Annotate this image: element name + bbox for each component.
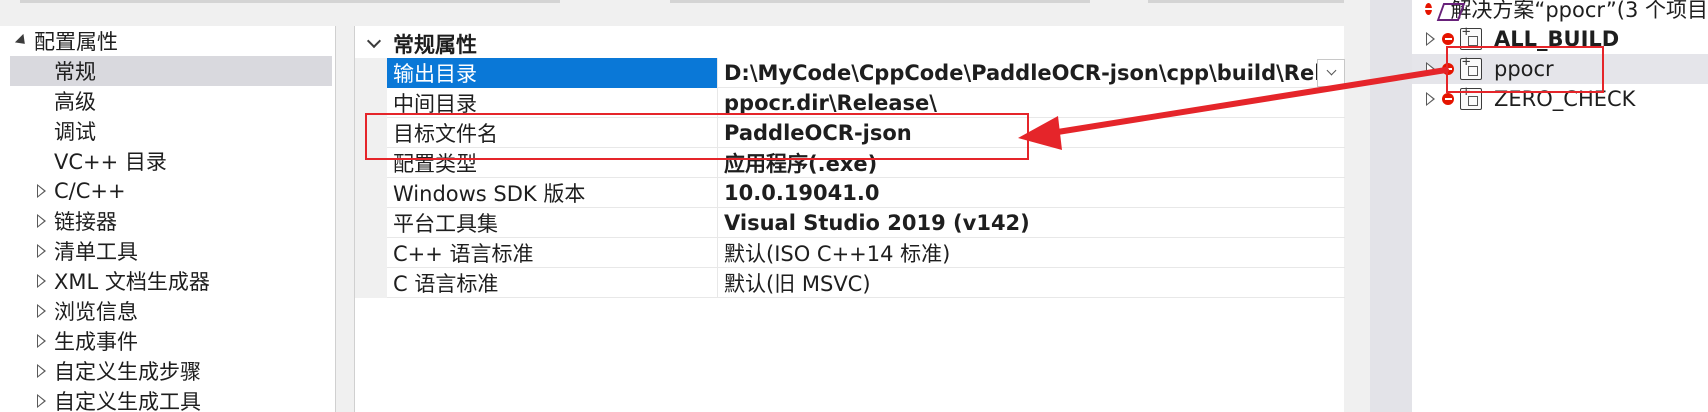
error-badge-icon [1424,3,1432,15]
collapsed-arrow-icon[interactable] [1420,32,1442,46]
property-name: Windows SDK 版本 [393,181,586,206]
tree-item-label: 高级 [54,90,96,114]
property-row-windows-sdk[interactable]: Windows SDK 版本 10.0.19041.0 [355,177,1345,208]
solution-icon [1438,0,1443,19]
tree-item-label: 链接器 [54,210,117,234]
tree-root-label: 配置属性 [34,30,118,54]
property-value[interactable]: 默认(旧 MSVC) [717,267,1345,298]
tree-item-label: 自定义生成工具 [54,390,201,412]
tree-item-manifest-tool[interactable]: 清单工具 [0,236,336,266]
annotation-box-ppocr [1446,46,1604,93]
tree-item-advanced[interactable]: 高级 [0,86,336,116]
tree-item-xml-doc-generator[interactable]: XML 文档生成器 [0,266,336,296]
property-row-c-standard[interactable]: C 语言标准 默认(旧 MSVC) [355,267,1345,298]
property-value[interactable]: D:\MyCode\CppCode\PaddleOCR-json\cpp\bui… [717,57,1317,88]
property-tree: 配置属性 常规 高级 调试 VC++ 目录 C/C++ 链接器 清单工具 XML… [0,26,336,412]
property-name: 平台工具集 [393,211,498,236]
tree-item-vc-directories[interactable]: VC++ 目录 [0,146,336,176]
collapsed-arrow-icon[interactable] [34,304,50,318]
tree-item-build-events[interactable]: 生成事件 [0,326,336,356]
collapsed-arrow-icon[interactable] [1420,92,1442,106]
collapsed-arrow-icon[interactable] [34,394,50,408]
collapsed-arrow-icon[interactable] [34,364,50,378]
tree-item-custom-build-tool[interactable]: 自定义生成工具 [0,386,336,412]
collapsed-arrow-icon[interactable] [34,334,50,348]
property-value[interactable]: 默认(ISO C++14 标准) [717,237,1345,268]
tree-item-c-cpp[interactable]: C/C++ [0,176,336,206]
section-header-general[interactable]: 常规属性 [355,30,1345,58]
window-splitter[interactable] [1370,0,1412,412]
solution-label: 解决方案“ppocr”(3 个项目 [1450,0,1708,22]
property-grid: 常规属性 输出目录 D:\MyCode\CppCode\PaddleOCR-js… [354,26,1345,412]
tree-item-general[interactable]: 常规 [10,56,332,86]
tree-item-label: 清单工具 [54,240,138,264]
collapsed-arrow-icon[interactable] [1420,62,1442,76]
tree-item-label: 常规 [54,60,96,84]
tree-item-label: C/C++ [54,179,126,203]
property-name: C++ 语言标准 [393,241,534,266]
tree-item-label: XML 文档生成器 [54,270,210,294]
collapsed-arrow-icon[interactable] [34,274,50,288]
annotation-box-target-name [365,113,1029,160]
tree-item-browse-info[interactable]: 浏览信息 [0,296,336,326]
error-badge-icon [1442,33,1454,45]
tree-root-config-properties[interactable]: 配置属性 [0,26,336,56]
toolbar-combo-configuration[interactable] [20,0,560,3]
property-value[interactable]: Visual Studio 2019 (v142) [717,207,1345,238]
collapsed-arrow-icon[interactable] [34,214,50,228]
property-name: 输出目录 [387,57,717,88]
toolbar-combo-platform[interactable] [670,0,1090,3]
tree-item-debugging[interactable]: 调试 [0,116,336,146]
error-badge-icon [1442,93,1454,105]
collapsed-arrow-icon[interactable] [34,184,50,198]
expanded-arrow-icon[interactable] [14,33,30,49]
property-name: C 语言标准 [393,271,499,296]
tree-item-label: 浏览信息 [54,300,138,324]
tree-item-label: 生成事件 [54,330,138,354]
tree-item-custom-build-step[interactable]: 自定义生成步骤 [0,356,336,386]
property-row-output-dir[interactable]: 输出目录 D:\MyCode\CppCode\PaddleOCR-json\cp… [355,57,1345,88]
property-row-platform-toolset[interactable]: 平台工具集 Visual Studio 2019 (v142) [355,207,1345,238]
collapse-chevron-icon[interactable] [355,33,393,49]
solution-node[interactable]: 解决方案“ppocr”(3 个项目 [1412,0,1708,24]
property-value[interactable]: 10.0.19041.0 [717,177,1345,208]
tree-item-label: VC++ 目录 [54,150,167,174]
tree-item-label: 自定义生成步骤 [54,360,201,384]
dropdown-button[interactable] [1317,58,1345,87]
collapsed-arrow-icon[interactable] [34,244,50,258]
toolbar-config-manager-button[interactable] [1148,0,1344,3]
tree-item-linker[interactable]: 链接器 [0,206,336,236]
tree-item-label: 调试 [54,120,96,144]
property-row-cpp-standard[interactable]: C++ 语言标准 默认(ISO C++14 标准) [355,237,1345,268]
section-title: 常规属性 [393,33,477,57]
chevron-down-icon [1326,65,1336,76]
